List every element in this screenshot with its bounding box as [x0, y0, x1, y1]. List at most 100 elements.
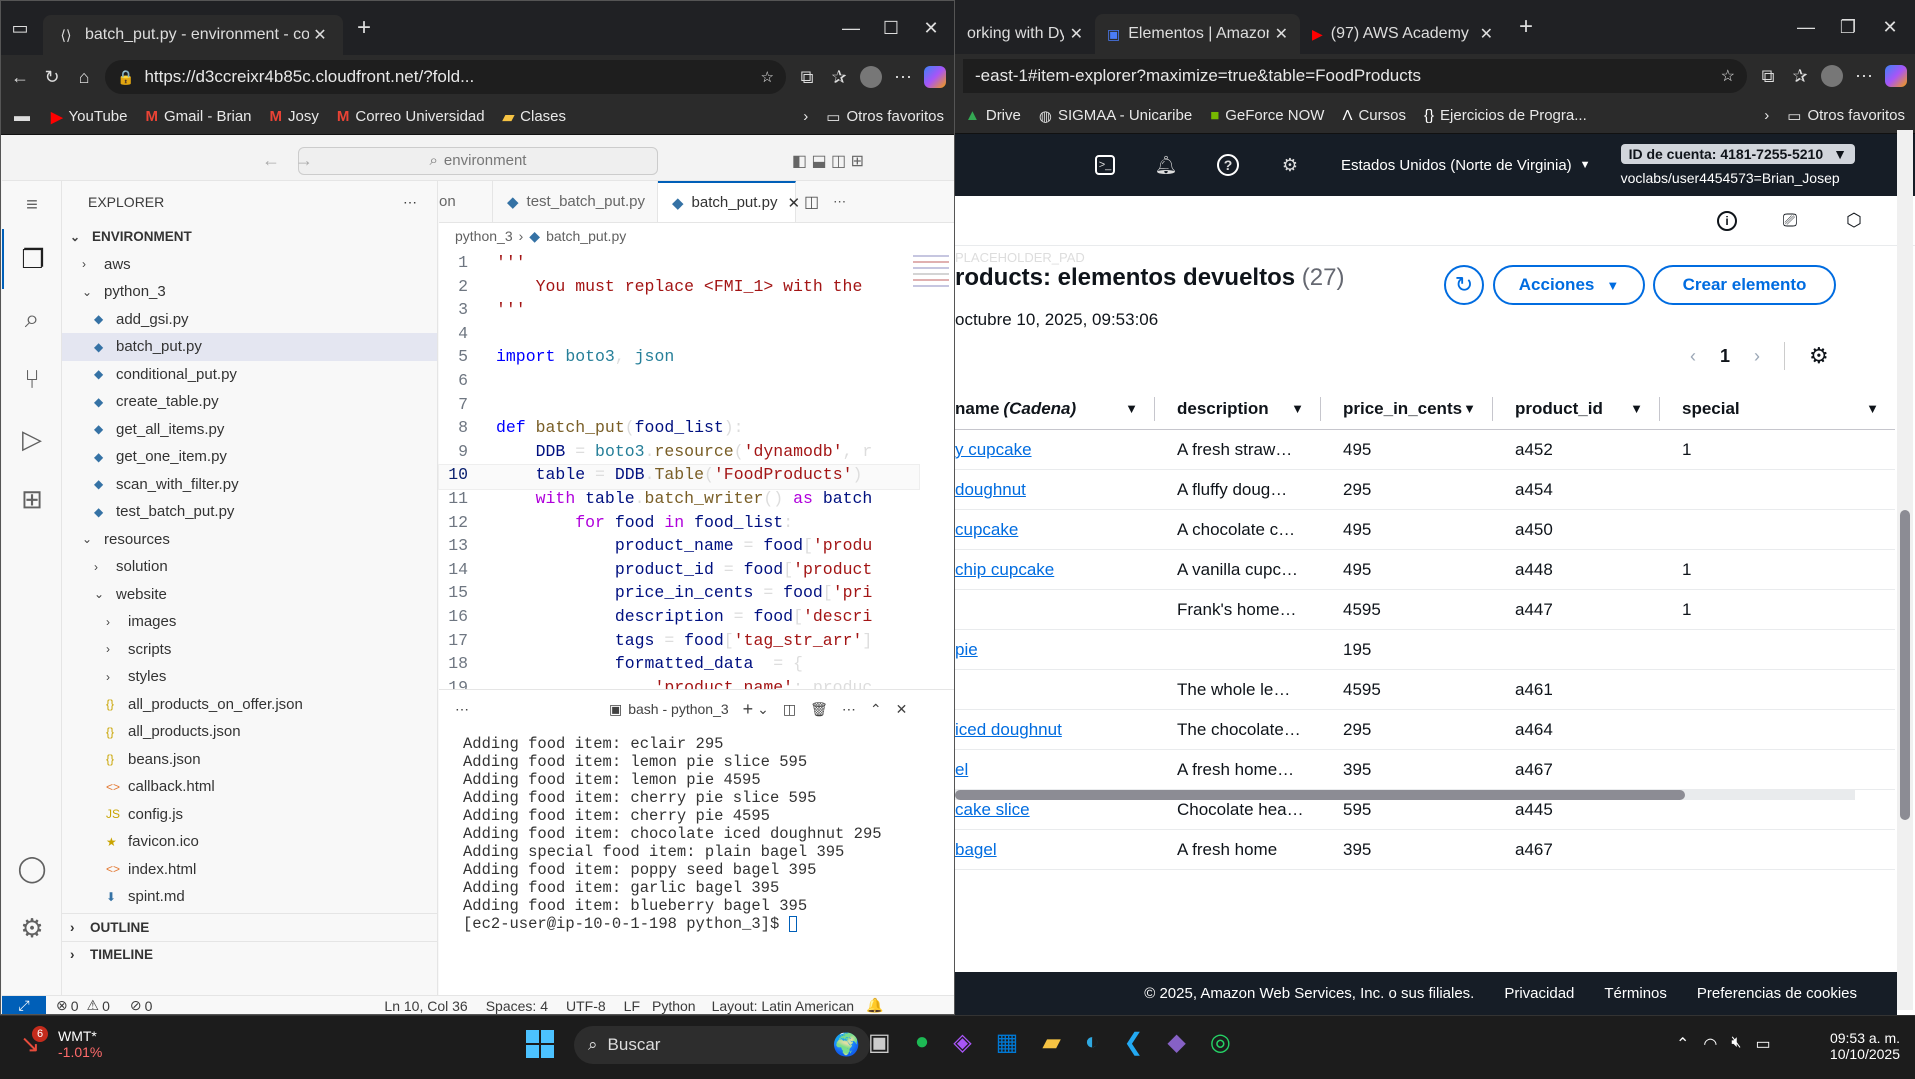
tree-item[interactable]: ◆ test_batch_put.py [62, 498, 437, 526]
chevron-up-icon[interactable]: ⌃ [1676, 1034, 1689, 1054]
layout-toggle-icon[interactable]: ◧ ⬓ ◫ ⊞ [792, 151, 864, 171]
tree-item[interactable]: ◆ get_one_item.py [62, 443, 437, 471]
tree-item[interactable]: ◆ scan_with_filter.py [62, 471, 437, 499]
chevron-right-icon[interactable]: › [1754, 346, 1760, 367]
address-bar[interactable]: 🔒 https://d3ccreixr4b85c.cloudfront.net/… [105, 60, 786, 94]
spotify-icon[interactable]: ● [915, 1028, 930, 1057]
terminal-more-icon[interactable]: ⋯ [842, 701, 856, 718]
keyboard-layout[interactable]: Layout: Latin American [712, 998, 854, 1014]
minimize-icon[interactable]: — [840, 17, 862, 39]
table-cell-name[interactable]: iced doughnut [955, 720, 1062, 740]
tree-item[interactable]: › solution [62, 553, 437, 581]
tree-item[interactable]: › aws [62, 251, 437, 279]
cursor-position[interactable]: Ln 10, Col 36 [384, 998, 467, 1014]
close-tab-icon[interactable]: ✕ [787, 194, 800, 212]
code-editor[interactable]: 1 ''' 2 You must replace <FMI_1> with the 3… [438, 253, 920, 701]
terminal-output[interactable]: Adding food item: eclair 295 Adding food … [463, 735, 882, 933]
tree-item[interactable]: › scripts [62, 636, 437, 664]
ports-icon[interactable]: ⊘ [130, 997, 142, 1014]
favorite-item[interactable]: ■ GeForce NOW [1210, 107, 1324, 124]
breadcrumb-file[interactable]: batch_put.py [546, 228, 626, 244]
wifi-icon[interactable]: ◠ [1703, 1034, 1717, 1054]
favorite-item[interactable]: ◍ SIGMAA - Unicaribe [1039, 107, 1192, 125]
monitor-icon[interactable]: ⎚ [1779, 210, 1801, 232]
tree-item[interactable]: JS config.js [62, 801, 437, 829]
settings-gear-icon[interactable]: ⚙ [1279, 154, 1301, 176]
terminal-prompt[interactable]: [ec2-user@ip-10-0-1-198 python_3]$ [463, 915, 882, 933]
table-cell-name[interactable]: cake slice [955, 800, 1030, 820]
minimap[interactable] [911, 251, 951, 341]
table-cell-name[interactable]: chip cupcake [955, 560, 1054, 580]
tree-item[interactable]: <> callback.html [62, 773, 437, 801]
encoding[interactable]: UTF-8 [566, 998, 606, 1014]
timeline-section[interactable]: › TIMELINE [62, 940, 437, 969]
privacy-link[interactable]: Privacidad [1504, 985, 1574, 1002]
tree-item[interactable]: {} all_products.json [62, 718, 437, 746]
editor-more-icon[interactable]: ⋯ [833, 194, 846, 210]
minimize-icon[interactable]: — [1795, 16, 1817, 38]
maximize-icon[interactable]: ❐ [1837, 16, 1859, 38]
reading-icon[interactable]: ▬ [11, 106, 33, 128]
visual-studio-icon[interactable]: ◆ [1167, 1028, 1185, 1057]
home-icon[interactable]: ⌂ [73, 66, 95, 88]
settings-gear-icon[interactable]: ⚙ [2, 898, 62, 958]
horizontal-scrollbar[interactable] [955, 790, 1855, 800]
errors-icon[interactable]: ⊗ [56, 997, 68, 1014]
cookie-preferences-link[interactable]: Preferencias de cookies [1697, 985, 1857, 1002]
command-center-search[interactable]: ⌕ environment [298, 146, 658, 175]
line-ending[interactable]: LF [624, 998, 640, 1014]
run-debug-icon[interactable]: ▷ [2, 409, 62, 469]
favorite-item[interactable]: M Gmail - Brian [146, 108, 252, 125]
site-info-icon[interactable]: 🔒 [117, 69, 134, 86]
tree-item[interactable]: ⌄ ENVIRONMENT [62, 223, 437, 251]
copilot-icon[interactable]: ◈ [953, 1028, 971, 1057]
split-editor-icon[interactable]: ◫ [804, 192, 819, 212]
close-window-icon[interactable]: ✕ [1879, 16, 1901, 38]
user-name[interactable]: voclabs/user4454573=Brian_Josep [1621, 170, 1855, 186]
new-tab-icon[interactable]: + [353, 14, 375, 41]
account-icon[interactable]: ◯ [2, 838, 62, 898]
settings-icon[interactable]: ⬡ [1843, 210, 1865, 232]
table-cell-name[interactable]: bagel [955, 840, 997, 860]
info-icon[interactable]: i [1717, 210, 1737, 231]
nav-forward-icon[interactable]: → [295, 150, 313, 171]
close-window-icon[interactable]: ✕ [920, 17, 942, 39]
tab-test-batch-put[interactable]: ◆ test_batch_put.py [493, 181, 658, 222]
table-row[interactable]: y cupcake A fresh straw… 495 a452 1 [955, 430, 1895, 470]
store-icon[interactable]: ▦ [996, 1028, 1019, 1057]
tree-item[interactable]: ⌄ python_3 [62, 278, 437, 306]
tab-batch-put[interactable]: ◆ batch_put.py ✕ [658, 181, 800, 222]
tab-partial[interactable]: on [439, 181, 493, 222]
favorite-item[interactable]: M Josy [270, 108, 319, 125]
file-explorer-icon[interactable]: ▰ [1042, 1028, 1060, 1057]
terms-link[interactable]: Términos [1604, 985, 1667, 1002]
tree-item[interactable]: ⬇ spint.md [62, 883, 437, 911]
chevron-left-icon[interactable]: ‹ [1690, 346, 1696, 367]
column-header[interactable]: product_id ▼ [1493, 396, 1660, 421]
whatsapp-icon[interactable]: ◎ [1210, 1028, 1231, 1057]
copilot-icon[interactable] [924, 66, 946, 88]
favorite-item[interactable]: ▶ YouTube [51, 108, 128, 126]
table-cell-name[interactable]: cupcake [955, 520, 1018, 540]
language-mode[interactable]: Python [652, 998, 696, 1014]
profile-avatar[interactable] [860, 66, 882, 88]
browser-tab[interactable]: ▣ Elementos | Amazon Dynamo ✕ [1095, 14, 1300, 54]
new-tab-icon[interactable]: + [1515, 13, 1537, 40]
taskbar-search[interactable]: ⌕ Buscar 🌍 [574, 1026, 870, 1064]
table-settings-icon[interactable]: ⚙ [1809, 343, 1829, 369]
search-icon[interactable]: ⌕ [2, 289, 62, 349]
table-row[interactable]: el A fresh home… 395 a467 [955, 750, 1895, 790]
tree-item[interactable]: › styles [62, 663, 437, 691]
maximize-icon[interactable]: ☐ [880, 17, 902, 39]
maximize-panel-icon[interactable]: ⌃ [870, 701, 882, 718]
tree-item[interactable]: {} beans.json [62, 746, 437, 774]
browser-tab[interactable]: orking with Dyna ✕ [955, 14, 1095, 54]
chevron-right-icon[interactable]: › [803, 108, 808, 125]
tree-item[interactable]: ⌄ website [62, 581, 437, 609]
page-number[interactable]: 1 [1720, 346, 1730, 367]
close-panel-icon[interactable]: ✕ [896, 701, 908, 718]
tree-item[interactable]: {} all_products_on_offer.json [62, 691, 437, 719]
profile-avatar[interactable] [1821, 65, 1843, 87]
tree-item[interactable]: ★ favicon.ico [62, 828, 437, 856]
table-row[interactable]: The whole le… 4595 a461 [955, 670, 1895, 710]
